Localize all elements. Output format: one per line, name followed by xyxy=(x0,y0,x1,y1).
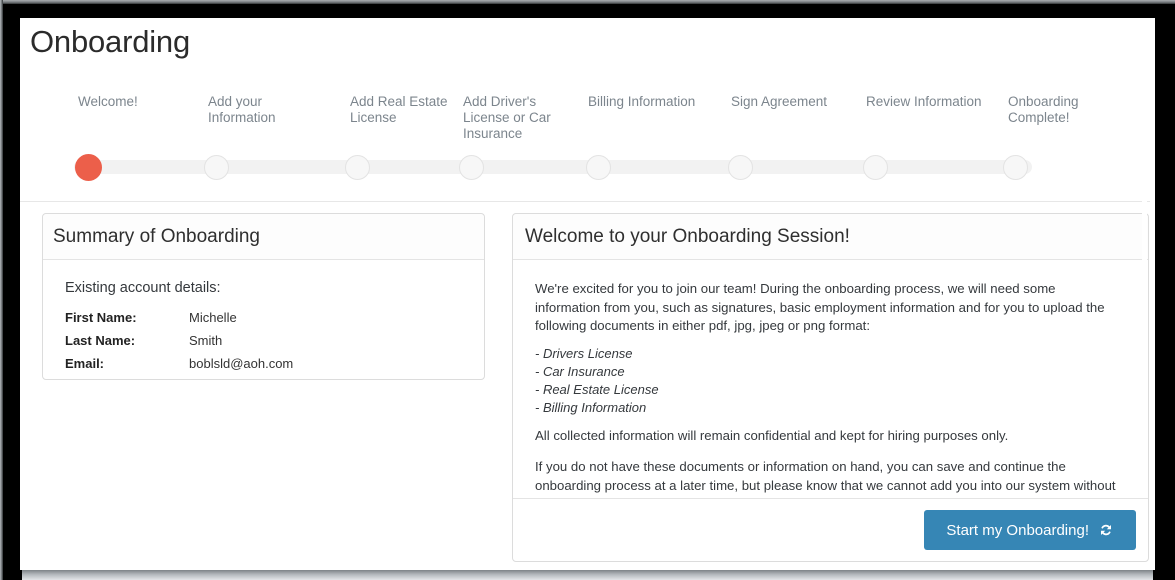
summary-intro-text: Existing account details: xyxy=(65,280,221,296)
wizard-step-node-3[interactable] xyxy=(345,155,370,180)
wizard-step-label-1[interactable]: Welcome! xyxy=(78,94,188,110)
last-name-label: Last Name: xyxy=(65,333,135,348)
wizard-step-label-5[interactable]: Billing Information xyxy=(588,94,728,110)
wizard-step-node-1[interactable] xyxy=(75,154,102,181)
last-name-value: Smith xyxy=(189,333,222,348)
wizard-step-label-2[interactable]: Add your Information xyxy=(208,94,318,126)
welcome-card-footer: Start my Onboarding! xyxy=(513,498,1148,561)
welcome-card-title: Welcome to your Onboarding Session! xyxy=(525,226,850,248)
onboarding-page: Onboarding Welcome! Add your Information… xyxy=(20,18,1150,570)
wizard-step-node-7[interactable] xyxy=(863,155,888,180)
wizard-step-label-6[interactable]: Sign Agreement xyxy=(731,94,851,110)
start-onboarding-button[interactable]: Start my Onboarding! xyxy=(924,510,1136,550)
required-document-item: - Billing Information xyxy=(535,400,646,415)
page-viewport: Onboarding Welcome! Add your Information… xyxy=(20,18,1155,570)
browser-window-frame: Onboarding Welcome! Add your Information… xyxy=(0,0,1175,580)
required-document-item: - Drivers License xyxy=(535,346,633,361)
welcome-card-body: We're excited for you to join our team! … xyxy=(513,260,1148,498)
required-document-item: - Real Estate License xyxy=(535,382,659,397)
wizard-step-labels: Welcome! Add your Information Add Real E… xyxy=(20,84,1150,140)
page-title: Onboarding xyxy=(30,24,190,60)
wizard-step-node-6[interactable] xyxy=(728,155,753,180)
welcome-card: Welcome to your Onboarding Session! We'r… xyxy=(512,213,1149,562)
window-top-edge xyxy=(0,0,1175,4)
summary-card-header: Summary of Onboarding xyxy=(43,214,484,260)
wizard-step-label-7[interactable]: Review Information xyxy=(866,94,1006,110)
window-left-edge xyxy=(0,0,3,580)
horizontal-scrollbar[interactable] xyxy=(22,570,1153,580)
sync-icon xyxy=(1098,522,1114,538)
page-right-gutter xyxy=(1142,18,1147,488)
summary-card: Summary of Onboarding Existing account d… xyxy=(42,213,485,380)
first-name-label: First Name: xyxy=(65,310,137,325)
welcome-intro-paragraph: We're excited for you to join our team! … xyxy=(535,280,1120,336)
start-onboarding-button-label: Start my Onboarding! xyxy=(946,522,1089,539)
wizard-step-label-8[interactable]: Onboarding Complete! xyxy=(1008,94,1098,126)
required-document-item: - Car Insurance xyxy=(535,364,625,379)
header-divider xyxy=(20,201,1150,202)
email-value: boblsld@aoh.com xyxy=(189,356,293,371)
horizontal-scrollbar-thumb[interactable] xyxy=(22,570,1153,580)
welcome-card-header: Welcome to your Onboarding Session! xyxy=(513,214,1148,260)
wizard-step-label-3[interactable]: Add Real Estate License xyxy=(350,94,455,126)
summary-card-body: Existing account details: First Name: Mi… xyxy=(43,260,484,379)
first-name-value: Michelle xyxy=(189,310,237,325)
wizard-step-label-4[interactable]: Add Driver's License or Car Insurance xyxy=(463,94,563,142)
wizard-step-node-8[interactable] xyxy=(1003,155,1028,180)
confidentiality-paragraph: All collected information will remain co… xyxy=(535,427,1120,446)
summary-card-title: Summary of Onboarding xyxy=(53,226,260,248)
wizard-step-node-2[interactable] xyxy=(204,155,229,180)
wizard-step-node-4[interactable] xyxy=(459,155,484,180)
email-label: Email: xyxy=(65,356,104,371)
wizard-step-node-5[interactable] xyxy=(586,155,611,180)
